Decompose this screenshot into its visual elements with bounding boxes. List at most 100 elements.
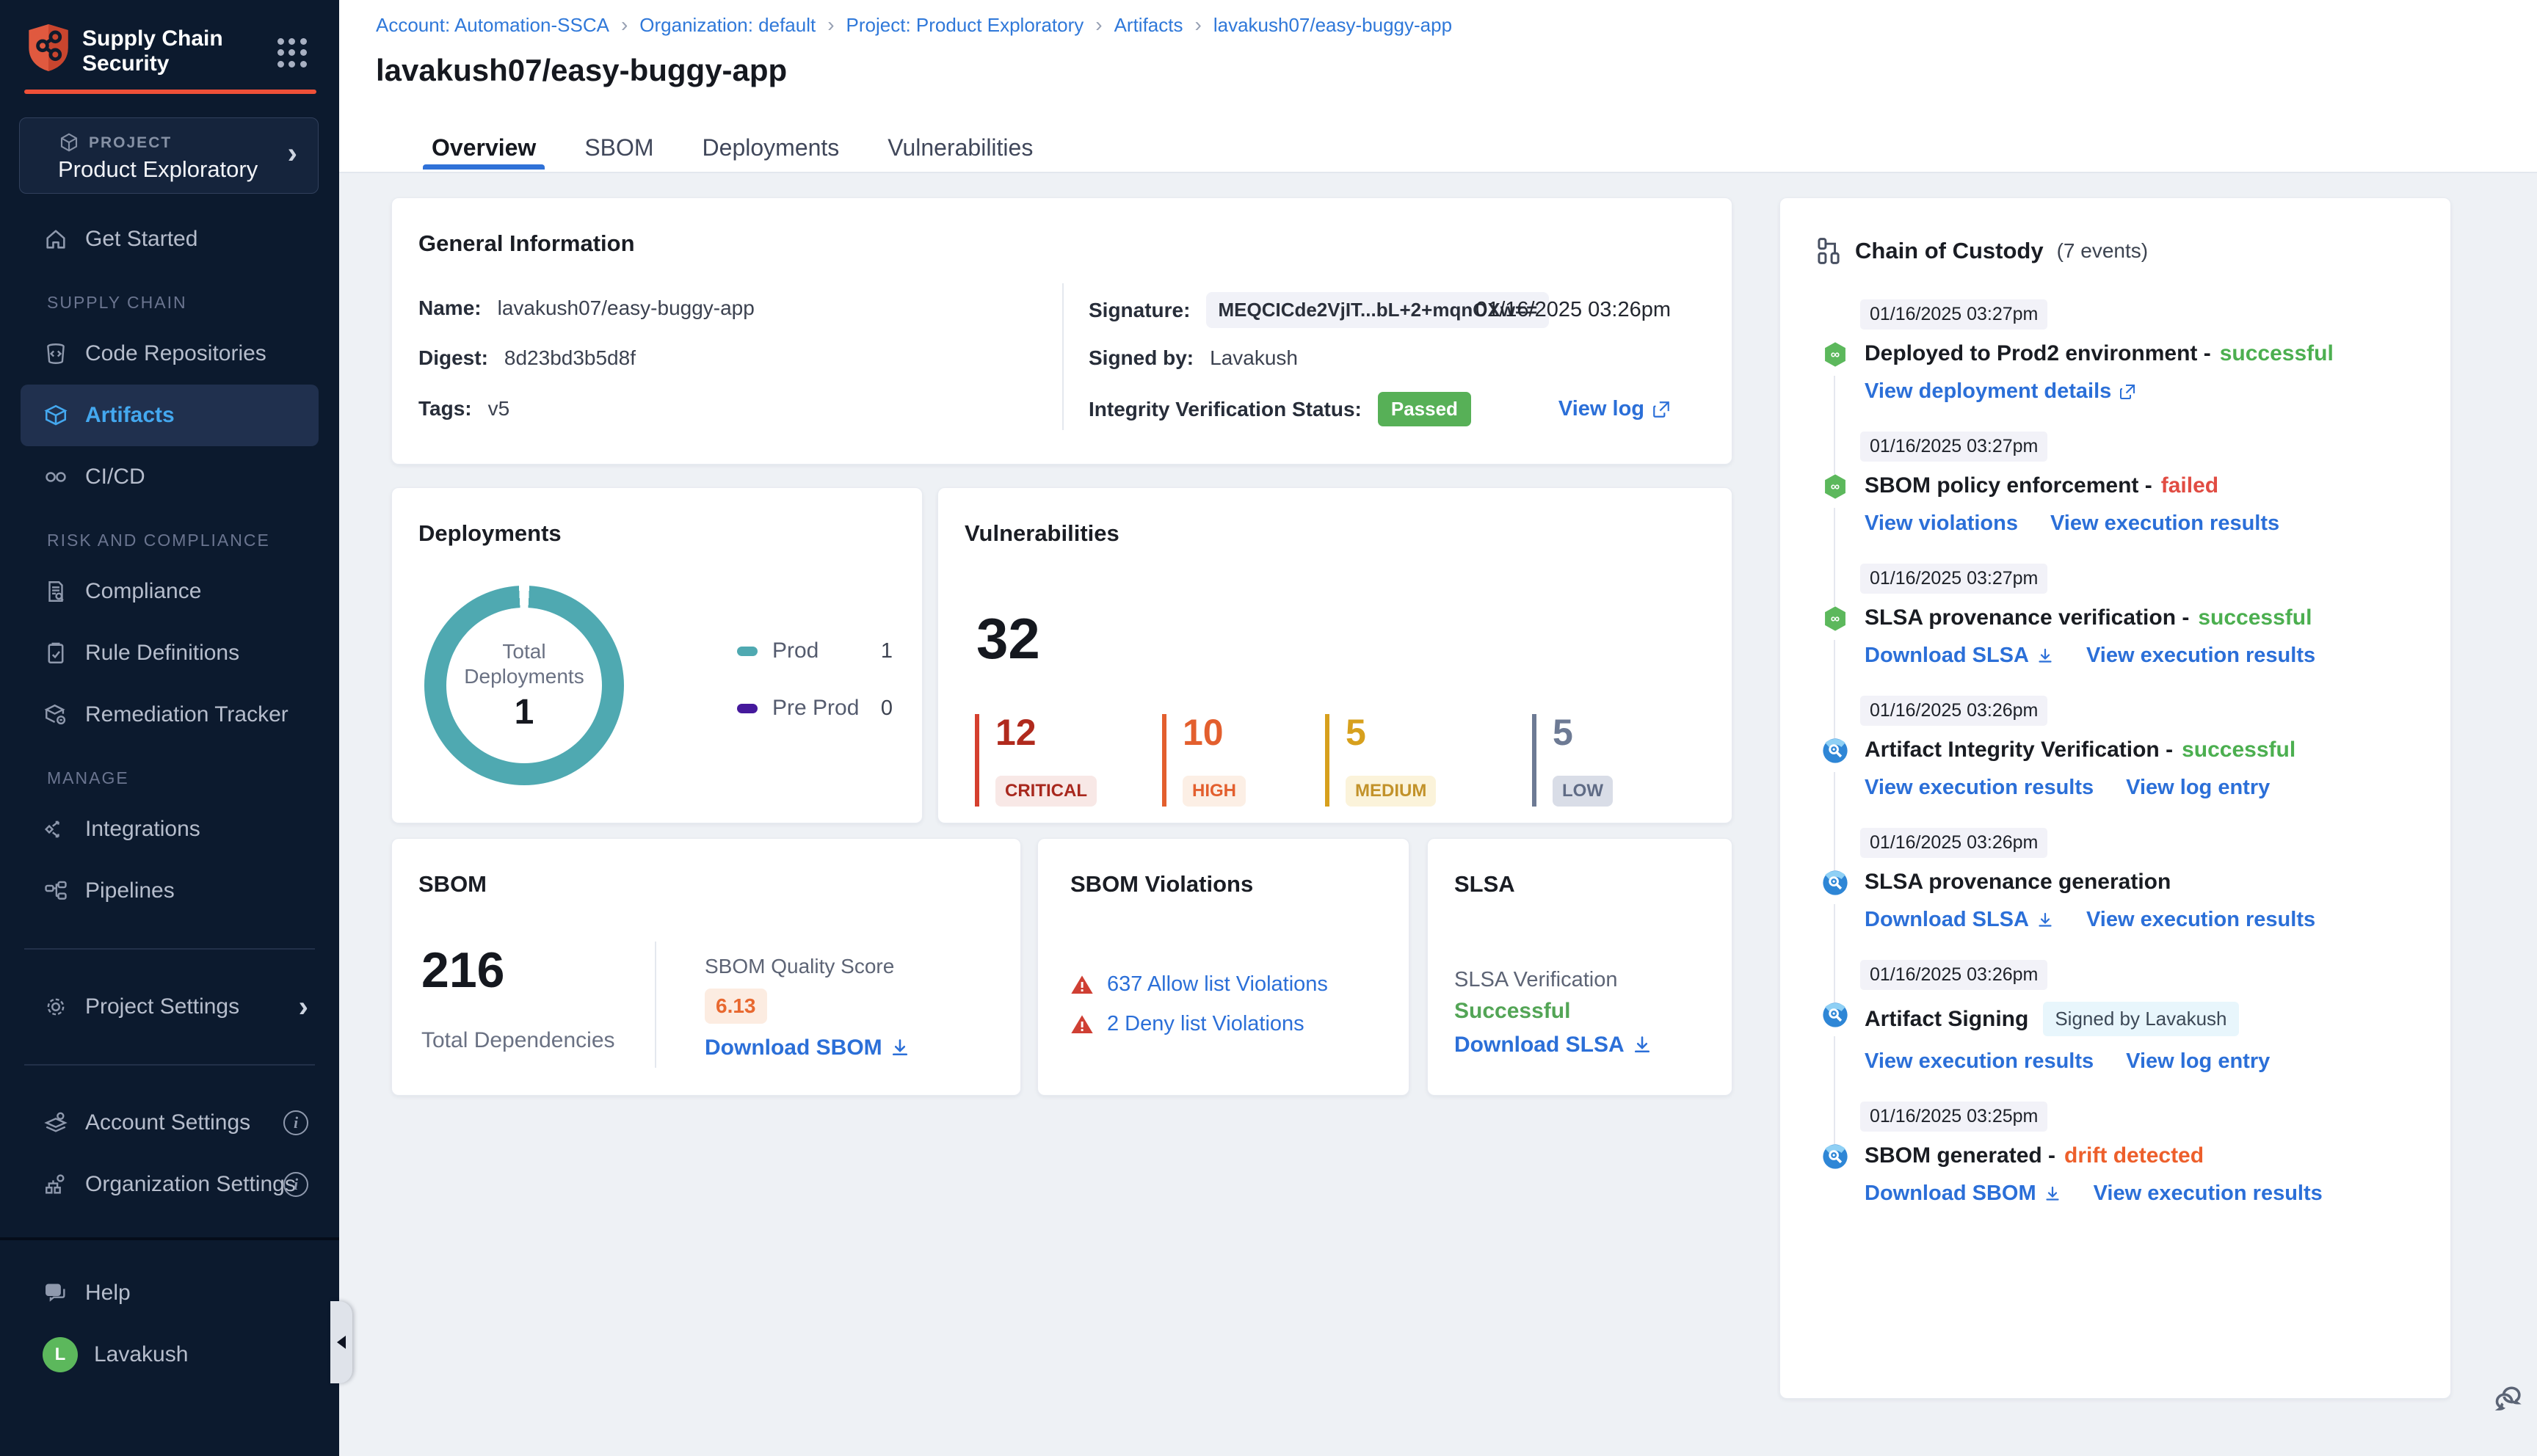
- download-slsa-link[interactable]: Download SLSA: [1454, 1033, 1652, 1058]
- sidebar-item-remediation-tracker[interactable]: Remediation Tracker: [0, 684, 339, 746]
- tab-overview[interactable]: Overview: [422, 123, 545, 172]
- page-title: lavakush07/easy-buggy-app: [376, 53, 788, 87]
- view-execution-results-link[interactable]: View execution results: [1865, 776, 2094, 800]
- event-status: drift detected: [2064, 1143, 2204, 1168]
- sbom-quality-score-label: SBOM Quality Score: [705, 955, 895, 978]
- view-execution-results-link[interactable]: View execution results: [2094, 1182, 2323, 1206]
- prod-color-swatch: [737, 646, 758, 656]
- project-label: PROJECT: [89, 134, 173, 151]
- signed-by-value: Lavakush: [1210, 346, 1298, 369]
- sidebar-item-integrations[interactable]: Integrations: [0, 798, 339, 860]
- view-execution-results-link[interactable]: View execution results: [2086, 908, 2315, 932]
- tab-deployments[interactable]: Deployments: [698, 123, 844, 172]
- tab-sbom[interactable]: SBOM: [580, 123, 658, 172]
- integrity-row: Integrity Verification Status: Passed Vi…: [1089, 392, 1702, 426]
- remediation-box-icon: [43, 702, 69, 728]
- sidebar-item-project-settings[interactable]: Project Settings ›: [0, 976, 339, 1038]
- severity-high: 10 HIGH: [1162, 714, 1246, 807]
- info-icon[interactable]: i: [283, 1110, 308, 1135]
- feedback-chat-icon[interactable]: [2487, 1380, 2527, 1419]
- warning-icon: [1071, 975, 1093, 994]
- pre-prod-color-swatch: [737, 703, 758, 713]
- code-repository-icon: [43, 341, 69, 367]
- event-links: View execution results View log entry: [1865, 1049, 2450, 1074]
- view-execution-results-link[interactable]: View execution results: [2050, 512, 2279, 536]
- infinity-icon: [43, 464, 69, 490]
- document-search-icon: [43, 578, 69, 605]
- sidebar-item-artifacts[interactable]: Artifacts: [21, 385, 319, 446]
- tab-vulnerabilities[interactable]: Vulnerabilities: [883, 123, 1037, 172]
- breadcrumb-artifacts[interactable]: Artifacts: [1114, 14, 1183, 37]
- download-slsa-link[interactable]: Download SLSA: [1865, 644, 2054, 668]
- event-title: SBOM generated - drift detected: [1865, 1143, 2204, 1168]
- pipeline-step-icon: ∞: [1821, 605, 1849, 633]
- allow-list-violations-row: 637 Allow list Violations: [1070, 972, 1328, 997]
- event-timestamp: 01/16/2025 03:27pm: [1860, 564, 2048, 594]
- timeline-event: 01/16/2025 03:26pm Artifact Integrity Ve…: [1780, 696, 2450, 870]
- sidebar-item-rule-definitions[interactable]: Rule Definitions: [0, 622, 339, 684]
- app-grid-icon[interactable]: [277, 38, 307, 68]
- page-header: Account: Automation-SSCA › Organization:…: [339, 0, 2537, 173]
- name-row: Name: lavakush07/easy-buggy-app: [418, 296, 755, 319]
- clipboard-check-icon: [43, 640, 69, 666]
- signed-by-row: Signed by: Lavakush: [1089, 346, 1298, 369]
- project-selector[interactable]: PROJECT Product Exploratory ›: [19, 117, 319, 194]
- deployments-donut-chart: Total Deployments 1: [424, 586, 624, 785]
- sbom-violations-card: SBOM Violations 637 Allow list Violation…: [1037, 838, 1409, 1096]
- pipelines-icon: [43, 878, 69, 904]
- scan-step-icon: [1821, 737, 1849, 765]
- info-icon[interactable]: i: [283, 1172, 308, 1197]
- external-link-icon: [1653, 401, 1669, 418]
- svg-text:?: ?: [51, 1286, 56, 1295]
- sidebar-item-code-repositories[interactable]: Code Repositories: [0, 323, 339, 385]
- sidebar-item-pipelines[interactable]: Pipelines: [0, 860, 339, 922]
- sidebar-collapse-handle[interactable]: [330, 1301, 352, 1383]
- download-slsa-link[interactable]: Download SLSA: [1865, 908, 2054, 932]
- download-sbom-link[interactable]: Download SBOM: [1865, 1182, 2061, 1206]
- view-deployment-details-link[interactable]: View deployment details: [1865, 379, 2136, 404]
- view-violations-link[interactable]: View violations: [1865, 512, 2018, 536]
- download-sbom-wrap: Download SBOM: [705, 1035, 910, 1060]
- organization-icon: [43, 1171, 69, 1198]
- download-icon: [1634, 1036, 1649, 1053]
- app-root: Supply Chain Security PROJECT Product Ex…: [0, 0, 2537, 1456]
- deny-list-violations-row: 2 Deny list Violations: [1070, 1012, 1304, 1036]
- card-title: SBOM Violations: [1070, 871, 1254, 897]
- total-dependencies-value: 216: [421, 942, 505, 998]
- sidebar-item-help[interactable]: ? Help: [0, 1262, 339, 1324]
- view-log-entry-link[interactable]: View log entry: [2126, 776, 2270, 800]
- sidebar-item-get-started[interactable]: Get Started: [0, 208, 339, 270]
- divider: [24, 948, 315, 950]
- view-execution-results-link[interactable]: View execution results: [2086, 644, 2315, 668]
- view-log-link[interactable]: View log: [1558, 397, 1671, 421]
- chevron-right-icon: ›: [287, 137, 297, 170]
- event-timestamp: 01/16/2025 03:26pm: [1860, 828, 2048, 858]
- view-execution-results-link[interactable]: View execution results: [1865, 1049, 2094, 1074]
- sidebar-item-compliance[interactable]: Compliance: [0, 561, 339, 622]
- allow-list-violations-link[interactable]: 637 Allow list Violations: [1107, 972, 1328, 997]
- breadcrumb-account[interactable]: Account: Automation-SSCA: [376, 14, 609, 37]
- card-title: Chain of Custody: [1855, 238, 2044, 263]
- sidebar-item-user[interactable]: L Lavakush: [0, 1324, 339, 1386]
- event-timestamp: 01/16/2025 03:27pm: [1860, 299, 2048, 330]
- sidebar-item-account-settings[interactable]: Account Settings i: [0, 1092, 339, 1154]
- scan-step-icon: [1821, 869, 1849, 897]
- breadcrumb-separator: ›: [1194, 13, 1202, 36]
- breadcrumb-project[interactable]: Project: Product Exploratory: [846, 14, 1084, 37]
- event-status: successful: [2198, 605, 2312, 630]
- sidebar: Supply Chain Security PROJECT Product Ex…: [0, 0, 339, 1456]
- event-status: failed: [2160, 473, 2219, 498]
- breadcrumb-organization[interactable]: Organization: default: [639, 14, 816, 37]
- deny-list-violations-link[interactable]: 2 Deny list Violations: [1107, 1012, 1304, 1036]
- breadcrumb-artifact-name[interactable]: lavakush07/easy-buggy-app: [1213, 14, 1452, 37]
- deployments-card: Deployments Total Deployments 1 Prod 1 P…: [391, 487, 923, 823]
- download-sbom-link[interactable]: Download SBOM: [705, 1035, 910, 1060]
- view-log-entry-link[interactable]: View log entry: [2126, 1049, 2270, 1074]
- sidebar-item-cicd[interactable]: CI/CD: [0, 446, 339, 508]
- hierarchy-icon: [1818, 238, 1840, 264]
- chain-of-custody-header: Chain of Custody (7 events): [1815, 236, 2148, 266]
- event-timestamp: 01/16/2025 03:26pm: [1860, 696, 2048, 726]
- sidebar-item-organization-settings[interactable]: Organization Settings i: [0, 1154, 339, 1215]
- events-count: (7 events): [2056, 239, 2149, 262]
- severity-badge: MEDIUM: [1346, 776, 1437, 807]
